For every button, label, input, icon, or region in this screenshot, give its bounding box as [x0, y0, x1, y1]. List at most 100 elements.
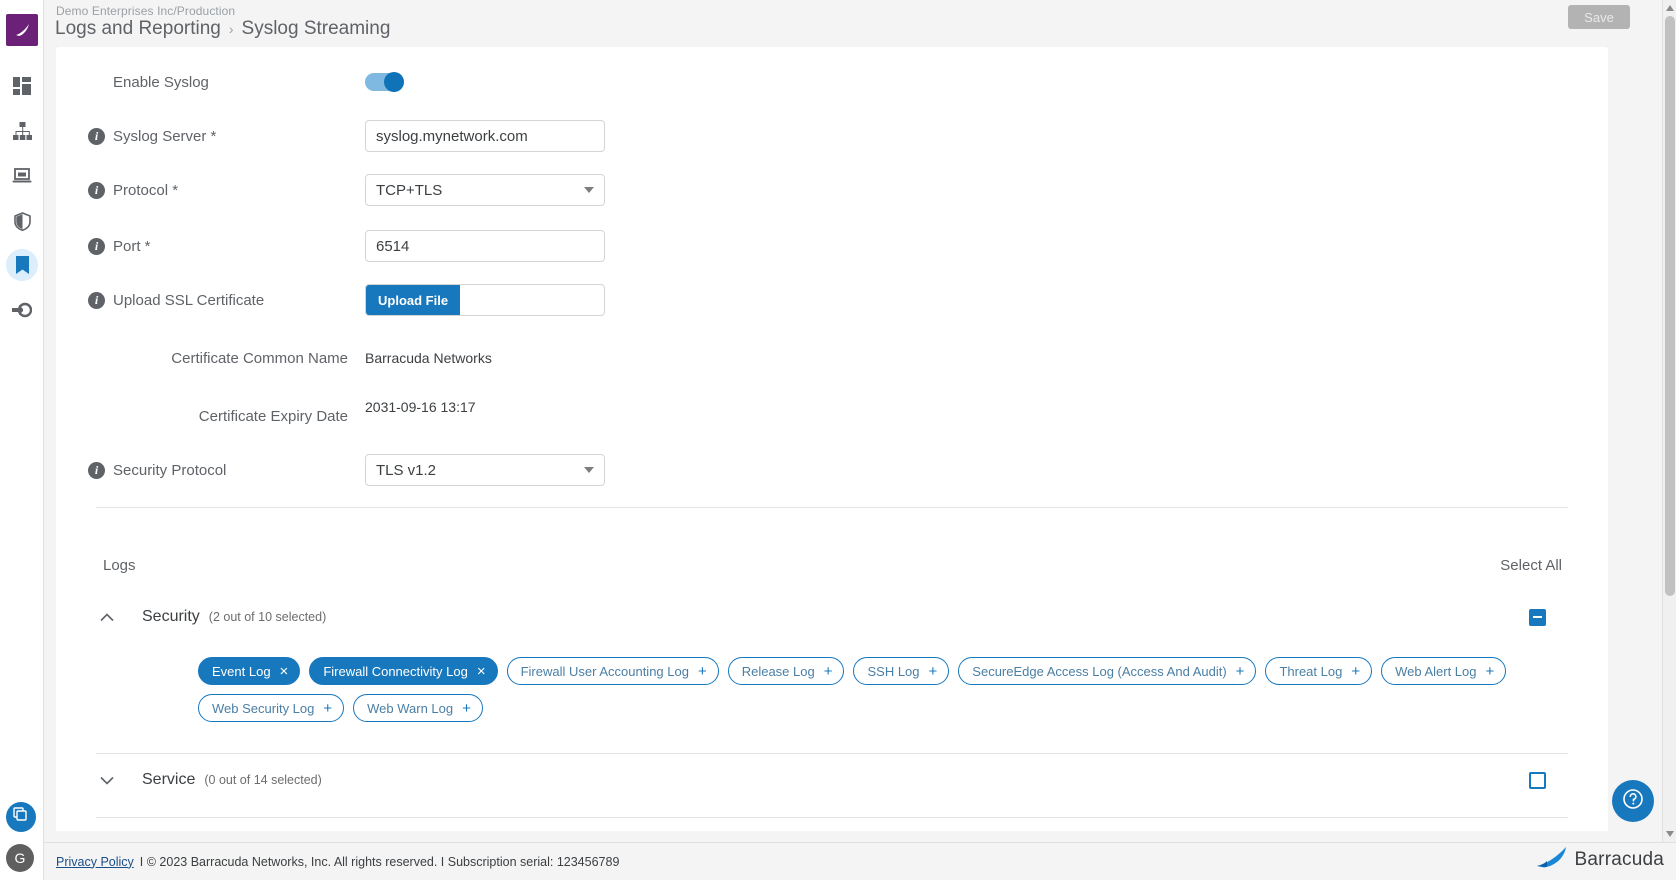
- remove-chip-icon[interactable]: ×: [477, 664, 486, 679]
- info-icon[interactable]: i: [88, 181, 105, 199]
- logs-section-label: Logs: [103, 557, 136, 574]
- syslog-server-input[interactable]: [365, 120, 605, 152]
- privacy-policy-link[interactable]: Privacy Policy: [56, 855, 134, 869]
- save-button[interactable]: Save: [1568, 5, 1630, 29]
- user-avatar[interactable]: G: [6, 844, 34, 872]
- log-chip[interactable]: Threat Log +: [1265, 657, 1373, 685]
- group-header-service[interactable]: Service (0 out of 14 selected): [96, 765, 1568, 795]
- barracuda-fin-icon: [1535, 845, 1569, 874]
- org-path: Demo Enterprises Inc/Production: [56, 4, 236, 18]
- cert-common-name-label: Certificate Common Name: [171, 349, 348, 367]
- log-chip-label: Firewall Connectivity Log: [323, 663, 468, 679]
- sidebar-item-dashboard[interactable]: [6, 70, 38, 102]
- security-protocol-label: Security Protocol: [113, 461, 227, 479]
- sidebar-item-security[interactable]: [6, 205, 38, 237]
- vertical-scrollbar[interactable]: [1662, 0, 1676, 842]
- syslog-server-control: [365, 120, 605, 152]
- log-chip-label: Web Alert Log: [1395, 663, 1477, 679]
- chip-list-security: Event Log × Firewall Connectivity Log × Fire…: [198, 657, 1568, 722]
- sidebar-item-logs-reporting[interactable]: [6, 249, 38, 281]
- log-chip[interactable]: SSH Log +: [853, 657, 950, 685]
- page-header: Demo Enterprises Inc/Production Logs and…: [44, 0, 1676, 52]
- sidebar-item-administration[interactable]: [6, 294, 38, 326]
- row-cert-expiry: Certificate Expiry Date 2031-09-16 13:17: [56, 396, 1608, 425]
- divider-below-service: [96, 817, 1568, 818]
- protocol-select[interactable]: TCP+TLS: [365, 174, 605, 206]
- chevron-up-icon[interactable]: [96, 606, 118, 628]
- log-chip[interactable]: Web Security Log +: [198, 694, 345, 722]
- info-icon[interactable]: i: [88, 127, 105, 145]
- upload-file-button[interactable]: Upload File: [366, 285, 461, 315]
- add-chip-icon[interactable]: +: [824, 664, 833, 679]
- add-chip-icon[interactable]: +: [1351, 664, 1360, 679]
- copy-layers-button[interactable]: [6, 802, 36, 832]
- breadcrumb-separator-icon: ›: [228, 21, 234, 37]
- enable-syslog-toggle[interactable]: [365, 72, 404, 92]
- log-chip[interactable]: Firewall User Accounting Log +: [506, 657, 719, 685]
- cert-expiry-label: Certificate Expiry Date: [198, 407, 348, 425]
- group-checkbox-service[interactable]: [1529, 771, 1546, 789]
- add-chip-icon[interactable]: +: [929, 664, 938, 679]
- log-chip-label: Web Warn Log: [367, 700, 454, 716]
- row-upload-ssl: i Upload SSL Certificate Upload File: [56, 283, 1608, 317]
- port-label: Port *: [113, 237, 151, 255]
- row-syslog-server: i Syslog Server *: [56, 119, 1608, 153]
- add-chip-icon[interactable]: +: [698, 664, 707, 679]
- log-chip[interactable]: SecureEdge Access Log (Access And Audit)…: [958, 657, 1257, 685]
- scroll-up-arrow-icon[interactable]: [1666, 5, 1674, 11]
- log-chip[interactable]: Web Warn Log +: [353, 694, 483, 722]
- upload-ssl-label-block: i Upload SSL Certificate: [88, 291, 348, 309]
- cert-expiry-value: 2031-09-16 13:17: [365, 399, 476, 415]
- network-sitemap-icon: [12, 122, 32, 140]
- laptop-endpoint-icon: [12, 168, 32, 184]
- info-icon[interactable]: i: [88, 461, 105, 479]
- row-port: i Port *: [56, 229, 1608, 263]
- log-chip-label: SSH Log: [867, 663, 920, 679]
- breadcrumb-parent[interactable]: Logs and Reporting: [55, 18, 221, 40]
- port-input[interactable]: [365, 230, 605, 262]
- port-label-block: i Port *: [88, 237, 348, 255]
- breadcrumb: Logs and Reporting › Syslog Streaming: [55, 18, 390, 40]
- security-protocol-control: TLS v1.2: [365, 454, 605, 486]
- row-protocol: i Protocol * TCP+TLS: [56, 173, 1608, 207]
- log-chip[interactable]: Event Log ×: [198, 657, 301, 685]
- dashboard-grid-icon: [13, 77, 31, 95]
- avatar-initial: G: [14, 850, 26, 866]
- sidebar-item-endpoint[interactable]: [6, 160, 38, 192]
- cert-common-name-value: Barracuda Networks: [365, 350, 492, 366]
- info-icon[interactable]: i: [88, 291, 105, 309]
- select-all-link[interactable]: Select All: [1500, 557, 1562, 574]
- log-chip-label: Firewall User Accounting Log: [520, 663, 689, 679]
- toggle-knob: [384, 72, 404, 92]
- scroll-down-arrow-icon[interactable]: [1666, 831, 1674, 837]
- sidebar-item-logo[interactable]: [6, 14, 38, 46]
- security-protocol-select[interactable]: TLS v1.2: [365, 454, 605, 486]
- brand-name: Barracuda: [1574, 848, 1664, 870]
- add-chip-icon[interactable]: +: [1236, 664, 1245, 679]
- scrollbar-thumb[interactable]: [1665, 16, 1675, 596]
- log-chip[interactable]: Release Log +: [727, 657, 845, 685]
- divider-below-security: [96, 753, 1568, 754]
- protocol-label-block: i Protocol *: [88, 181, 348, 199]
- book-icon: [15, 256, 30, 274]
- remove-chip-icon[interactable]: ×: [280, 664, 289, 679]
- add-chip-icon[interactable]: +: [462, 701, 471, 716]
- log-chip-label: SecureEdge Access Log (Access And Audit): [972, 663, 1227, 679]
- sidebar-item-network[interactable]: [6, 115, 38, 147]
- log-chip-label: Event Log: [212, 663, 271, 679]
- info-icon[interactable]: i: [88, 237, 105, 255]
- log-chip[interactable]: Firewall Connectivity Log ×: [309, 657, 498, 685]
- question-mark-icon: [1621, 787, 1645, 816]
- syslog-server-label-block: i Syslog Server *: [88, 127, 348, 145]
- group-checkbox-security[interactable]: [1529, 608, 1546, 626]
- group-title-service: Service: [142, 771, 196, 788]
- add-chip-icon[interactable]: +: [323, 701, 332, 716]
- help-button[interactable]: [1612, 780, 1654, 822]
- add-chip-icon[interactable]: +: [1486, 664, 1495, 679]
- brand-logo: Barracuda: [1535, 845, 1664, 874]
- group-header-security[interactable]: Security (2 out of 10 selected): [96, 602, 1568, 632]
- barracuda-logo-icon: [13, 22, 31, 38]
- shield-icon: [13, 211, 31, 231]
- log-chip[interactable]: Web Alert Log +: [1381, 657, 1507, 685]
- chevron-down-icon[interactable]: [96, 769, 118, 791]
